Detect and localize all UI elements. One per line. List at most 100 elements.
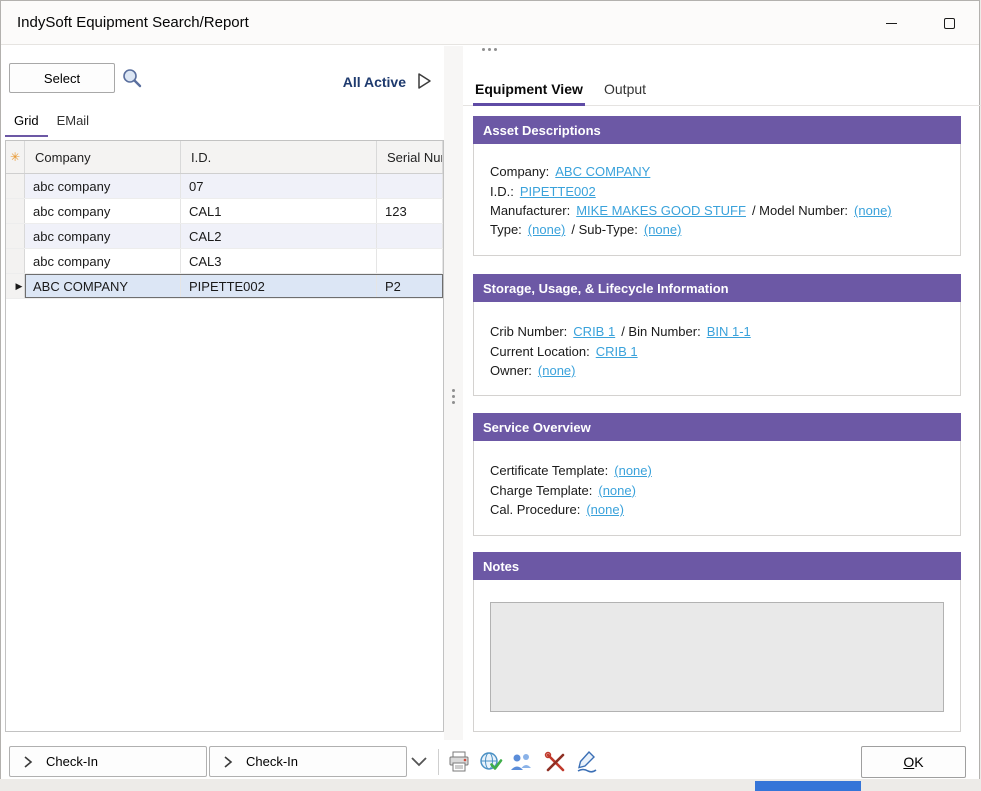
title-bar: IndySoft Equipment Search/Report <box>1 1 979 45</box>
check-in-label: Check-In <box>246 754 298 769</box>
maximize-icon <box>944 18 955 29</box>
model-number-link[interactable]: (none) <box>854 203 892 218</box>
cell-id[interactable]: CAL2 <box>181 224 377 248</box>
table-row[interactable]: abc company 07 <box>6 174 443 199</box>
table-row[interactable]: abc company CAL3 <box>6 249 443 274</box>
column-header-serial[interactable]: Serial Num <box>377 141 443 173</box>
asterisk-icon: ✳ <box>10 150 20 164</box>
splitter-grip-icon <box>452 389 455 404</box>
footer-bar: Check-In Check-In <box>1 745 979 780</box>
cal-procedure-label: Cal. Procedure: <box>490 502 580 517</box>
check-in-button-secondary[interactable]: Check-In <box>209 746 407 777</box>
cell-company[interactable]: abc company <box>25 224 181 248</box>
grid-marker-header[interactable]: ✳ <box>6 141 25 173</box>
cell-serial[interactable] <box>377 224 443 248</box>
tools-icon[interactable] <box>541 748 569 776</box>
ok-label: OK <box>903 754 923 770</box>
subtype-link[interactable]: (none) <box>644 222 682 237</box>
select-button[interactable]: Select <box>9 63 115 93</box>
signature-pen-icon[interactable] <box>573 748 601 776</box>
maximize-button[interactable] <box>927 8 971 38</box>
app-window: IndySoft Equipment Search/Report Select … <box>0 0 980 779</box>
check-in-label: Check-In <box>46 754 98 769</box>
tab-email[interactable]: EMail <box>48 107 99 137</box>
row-indicator-cell <box>6 224 25 248</box>
minimize-button[interactable] <box>869 8 913 38</box>
chevron-right-icon <box>223 756 233 768</box>
selected-row-arrow-icon: ▶ <box>16 281 23 292</box>
owner-label: Owner: <box>490 363 532 378</box>
cell-serial[interactable] <box>377 249 443 273</box>
manufacturer-label: Manufacturer: <box>490 203 570 218</box>
cell-id[interactable]: CAL3 <box>181 249 377 273</box>
id-label: I.D.: <box>490 184 514 199</box>
table-row[interactable]: abc company CAL2 <box>6 224 443 249</box>
toolbar-separator <box>438 749 439 775</box>
section-title: Storage, Usage, & Lifecycle Information <box>473 274 961 302</box>
more-actions-chevron-down-icon[interactable] <box>408 755 430 774</box>
type-link[interactable]: (none) <box>528 222 566 237</box>
cal-procedure-link[interactable]: (none) <box>586 502 624 517</box>
check-in-button-primary[interactable]: Check-In <box>9 746 207 777</box>
section-title: Notes <box>473 552 961 580</box>
certificate-template-link[interactable]: (none) <box>614 463 652 478</box>
type-label: Type: <box>490 222 522 237</box>
printer-icon[interactable] <box>445 748 473 776</box>
manufacturer-link[interactable]: MIKE MAKES GOOD STUFF <box>576 203 746 218</box>
notes-field <box>490 602 944 712</box>
row-indicator-cell: ▶ <box>6 274 25 298</box>
bin-number-link[interactable]: BIN 1-1 <box>707 324 751 339</box>
cell-company[interactable]: ABC COMPANY <box>25 274 181 298</box>
row-indicator-cell <box>6 249 25 273</box>
people-icon[interactable] <box>507 748 535 776</box>
cell-serial[interactable]: 123 <box>377 199 443 223</box>
grid-header-row: ✳ Company I.D. Serial Num <box>6 141 443 174</box>
table-row-selected[interactable]: ▶ ABC COMPANY PIPETTE002 P2 <box>6 274 443 299</box>
owner-link[interactable]: (none) <box>538 363 576 378</box>
window-title: IndySoft Equipment Search/Report <box>17 1 249 45</box>
cell-serial[interactable]: P2 <box>377 274 443 298</box>
cell-company[interactable]: abc company <box>25 249 181 273</box>
subtype-label: / Sub-Type: <box>571 222 637 237</box>
background-window-artifact <box>755 781 861 791</box>
cell-id[interactable]: CAL1 <box>181 199 377 223</box>
search-icon[interactable] <box>120 67 144 96</box>
minimize-icon <box>886 23 897 24</box>
company-link[interactable]: ABC COMPANY <box>555 164 650 179</box>
globe-check-icon[interactable] <box>477 748 505 776</box>
right-tab-strip: Equipment View Output <box>463 75 981 106</box>
table-row[interactable]: abc company CAL1 123 <box>6 199 443 224</box>
view-scope-label[interactable]: All Active <box>251 74 406 90</box>
charge-template-label: Charge Template: <box>490 483 592 498</box>
cell-id[interactable]: 07 <box>181 174 377 198</box>
run-view-icon[interactable] <box>414 71 434 96</box>
cell-serial[interactable] <box>377 174 443 198</box>
column-header-id[interactable]: I.D. <box>181 141 377 173</box>
results-grid: ✳ Company I.D. Serial Num abc company 07… <box>5 140 444 732</box>
top-splitter-grip-icon[interactable] <box>482 48 497 51</box>
crib-number-link[interactable]: CRIB 1 <box>573 324 615 339</box>
panel-splitter[interactable] <box>444 46 463 740</box>
id-link[interactable]: PIPETTE002 <box>520 184 596 199</box>
current-location-label: Current Location: <box>490 344 590 359</box>
crib-number-label: Crib Number: <box>490 324 567 339</box>
tab-output[interactable]: Output <box>604 78 646 100</box>
cell-company[interactable]: abc company <box>25 199 181 223</box>
ok-button[interactable]: OK <box>861 746 966 778</box>
cell-id[interactable]: PIPETTE002 <box>181 274 377 298</box>
current-location-link[interactable]: CRIB 1 <box>596 344 638 359</box>
tab-grid[interactable]: Grid <box>5 107 48 137</box>
section-title: Service Overview <box>473 413 961 441</box>
cell-company[interactable]: abc company <box>25 174 181 198</box>
section-service-overview: Service Overview Certificate Template: (… <box>473 413 961 536</box>
charge-template-link[interactable]: (none) <box>598 483 636 498</box>
certificate-template-label: Certificate Template: <box>490 463 608 478</box>
section-asset-descriptions: Asset Descriptions Company: ABC COMPANY … <box>473 116 961 256</box>
column-header-company[interactable]: Company <box>25 141 181 173</box>
selected-row-highlight: ABC COMPANY PIPETTE002 P2 <box>25 274 443 298</box>
tab-equipment-view[interactable]: Equipment View <box>473 78 585 106</box>
row-indicator-cell <box>6 174 25 198</box>
left-tab-strip: Grid EMail <box>5 107 98 137</box>
section-notes: Notes <box>473 552 961 732</box>
company-label: Company: <box>490 164 549 179</box>
